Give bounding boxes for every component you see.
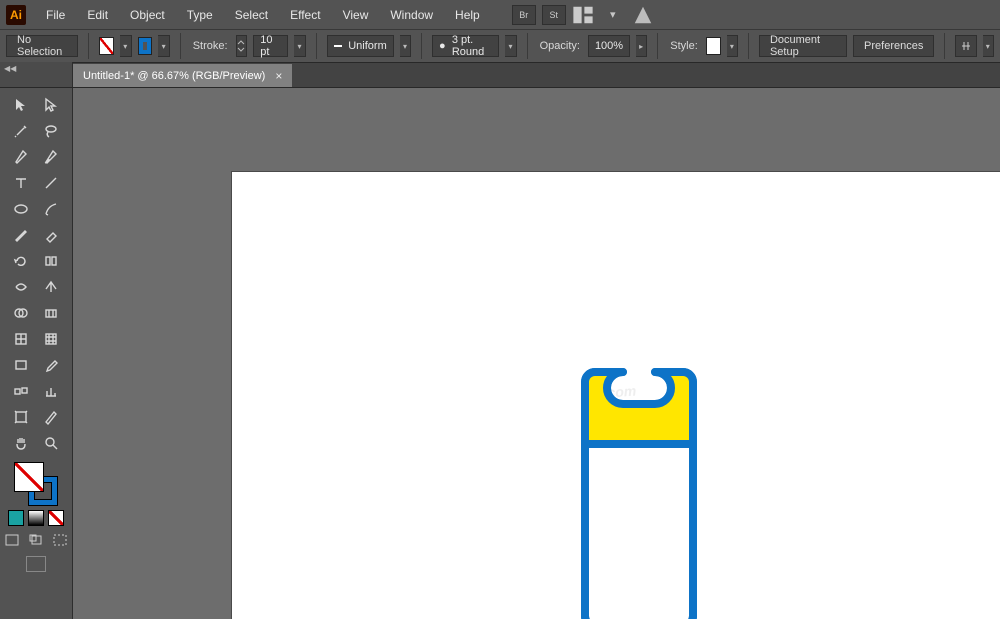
menu-select[interactable]: Select <box>225 4 278 26</box>
color-mode-solid[interactable] <box>8 510 24 526</box>
document-tab-title: Untitled-1* @ 66.67% (RGB/Preview) <box>83 70 265 82</box>
zoom-tool[interactable] <box>36 430 66 456</box>
ellipse-tool[interactable] <box>6 196 36 222</box>
width-tool[interactable] <box>6 274 36 300</box>
pen-tool[interactable] <box>6 144 36 170</box>
menu-type[interactable]: Type <box>177 4 223 26</box>
selection-tool[interactable] <box>6 92 36 118</box>
shape-builder-tool[interactable] <box>6 300 36 326</box>
eraser-tool[interactable] <box>36 222 66 248</box>
gradient-tool[interactable] <box>6 352 36 378</box>
opacity-field[interactable]: 100% <box>588 35 630 57</box>
brush-definition[interactable]: ● 3 pt. Round <box>432 35 499 57</box>
artboard-tool[interactable] <box>6 404 36 430</box>
slice-tool[interactable] <box>36 404 66 430</box>
color-mode-gradient[interactable] <box>28 510 44 526</box>
tool-panel <box>0 88 73 619</box>
column-graph-tool[interactable] <box>36 378 66 404</box>
style-label: Style: <box>668 40 700 52</box>
stock-button[interactable]: St <box>542 5 566 25</box>
stroke-swatch[interactable] <box>138 37 153 55</box>
document-setup-button[interactable]: Document Setup <box>759 35 847 57</box>
draw-behind-icon[interactable] <box>26 532 46 548</box>
color-mode-none[interactable] <box>48 510 64 526</box>
fill-swatch[interactable] <box>99 37 114 55</box>
gpu-icon[interactable] <box>632 6 654 24</box>
menu-effect[interactable]: Effect <box>280 4 330 26</box>
align-panel-icon[interactable] <box>955 35 976 57</box>
separator <box>748 33 749 59</box>
align-panel-dropdown[interactable]: ▾ <box>983 35 994 57</box>
eyedropper-tool[interactable] <box>36 352 66 378</box>
pencil-tool[interactable] <box>6 222 36 248</box>
stroke-swatch-dropdown[interactable]: ▾ <box>158 35 169 57</box>
separator <box>421 33 422 59</box>
variable-width-profile[interactable]: Uniform <box>327 35 394 57</box>
separator <box>88 33 89 59</box>
bridge-button[interactable]: Br <box>512 5 536 25</box>
stroke-weight-stepper[interactable] <box>236 35 248 57</box>
fill-stroke-indicator[interactable] <box>14 462 58 506</box>
opacity-label: Opacity: <box>538 40 582 52</box>
document-tab-bar: ◀◀ Untitled-1* @ 66.67% (RGB/Preview) × <box>0 63 1000 88</box>
direct-selection-tool[interactable] <box>36 92 66 118</box>
mesh-tool[interactable] <box>36 326 66 352</box>
chevron-down-icon[interactable]: ▾ <box>602 6 624 24</box>
menu-bar: Ai File Edit Object Type Select Effect V… <box>0 0 1000 29</box>
draw-normal-icon[interactable] <box>2 532 22 548</box>
menu-edit[interactable]: Edit <box>77 4 118 26</box>
collapse-arrows-icon: ◀◀ <box>4 64 16 73</box>
canvas[interactable]: n.com <box>73 88 1000 619</box>
curvature-tool[interactable] <box>36 144 66 170</box>
preferences-button[interactable]: Preferences <box>853 35 934 57</box>
selection-indicator: No Selection <box>6 35 78 57</box>
panel-collapse-gutter[interactable]: ◀◀ <box>0 62 73 87</box>
reflect-tool[interactable] <box>36 248 66 274</box>
artwork-shape[interactable] <box>581 368 697 619</box>
graphic-style-dropdown[interactable]: ▾ <box>727 35 738 57</box>
stroke-label: Stroke: <box>191 40 230 52</box>
live-paint-tool[interactable] <box>36 300 66 326</box>
graphic-style-swatch[interactable] <box>706 37 721 55</box>
draw-inside-icon[interactable] <box>50 532 70 548</box>
close-tab-icon[interactable]: × <box>275 69 282 83</box>
hand-tool[interactable] <box>6 430 36 456</box>
separator <box>944 33 945 59</box>
document-tab[interactable]: Untitled-1* @ 66.67% (RGB/Preview) × <box>73 64 292 87</box>
magic-wand-tool[interactable] <box>6 118 36 144</box>
opacity-dropdown[interactable]: ▸ <box>636 35 647 57</box>
type-tool[interactable] <box>6 170 36 196</box>
rotate-tool[interactable] <box>6 248 36 274</box>
fill-swatch-dropdown[interactable]: ▾ <box>120 35 131 57</box>
menu-object[interactable]: Object <box>120 4 175 26</box>
lasso-tool[interactable] <box>36 118 66 144</box>
arrange-docs-icon[interactable] <box>572 6 594 24</box>
menu-window[interactable]: Window <box>380 4 443 26</box>
fill-color-box[interactable] <box>14 462 44 492</box>
perspective-grid-tool[interactable] <box>6 326 36 352</box>
paintbrush-tool[interactable] <box>36 196 66 222</box>
stroke-weight-field[interactable]: 10 pt <box>253 35 288 57</box>
menu-help[interactable]: Help <box>445 4 490 26</box>
separator <box>180 33 181 59</box>
separator <box>657 33 658 59</box>
workspace: n.com <box>0 88 1000 619</box>
variable-width-dropdown[interactable]: ▾ <box>400 35 411 57</box>
stroke-weight-dropdown[interactable]: ▾ <box>294 35 305 57</box>
separator <box>316 33 317 59</box>
menu-file[interactable]: File <box>36 4 75 26</box>
control-bar: No Selection ▾ ▾ Stroke: 10 pt ▾ Uniform… <box>0 29 1000 63</box>
brush-dropdown[interactable]: ▾ <box>505 35 516 57</box>
menu-view[interactable]: View <box>333 4 379 26</box>
blend-tool[interactable] <box>6 378 36 404</box>
app-logo: Ai <box>6 5 26 25</box>
free-transform-tool[interactable] <box>36 274 66 300</box>
line-segment-tool[interactable] <box>36 170 66 196</box>
separator <box>527 33 528 59</box>
screen-mode-icon[interactable] <box>26 556 46 572</box>
